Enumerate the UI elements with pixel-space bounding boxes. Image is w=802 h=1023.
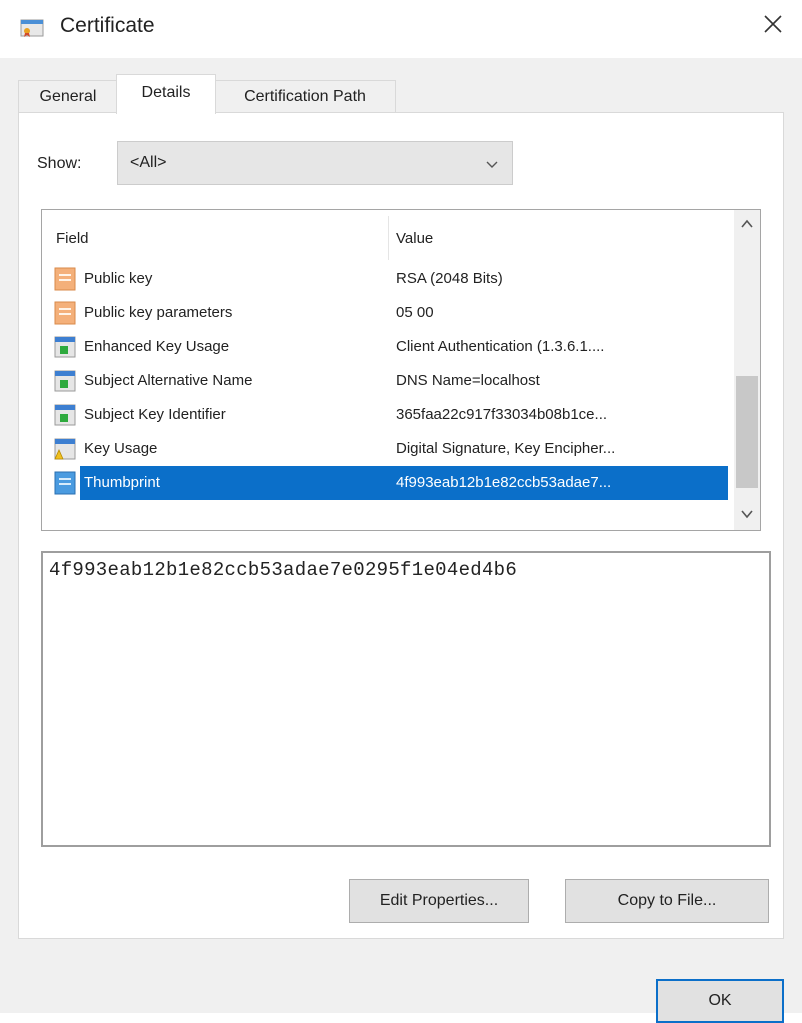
certificate-icon [20, 18, 44, 38]
thumbprint-icon [52, 470, 78, 496]
show-label: Show: [37, 155, 82, 172]
field-value: 4f993eab12b1e82ccb53adae7... [396, 474, 612, 491]
field-list-scrollbar[interactable] [734, 210, 760, 530]
close-icon [763, 14, 783, 39]
extension-icon [52, 368, 78, 394]
field-row-key-usage[interactable]: Key Usage Digital Signature, Key Enciphe… [50, 432, 728, 466]
show-dropdown-value: <All> [130, 154, 167, 171]
field-list[interactable]: Field Value Public key RSA (2048 Bits) P… [41, 209, 761, 531]
extension-icon [52, 402, 78, 428]
field-name: Subject Alternative Name [84, 372, 253, 389]
copy-to-file-button[interactable]: Copy to File... [565, 879, 769, 923]
column-separator[interactable] [388, 216, 389, 260]
field-row-subject-key-identifier[interactable]: Subject Key Identifier 365faa22c917f3303… [50, 398, 728, 432]
field-name: Subject Key Identifier [84, 406, 226, 423]
property-icon [52, 266, 78, 292]
field-value: Digital Signature, Key Encipher... [396, 440, 616, 457]
extension-icon [52, 334, 78, 360]
field-value: 365faa22c917f33034b08b1ce... [396, 406, 608, 423]
scroll-up-button[interactable] [734, 210, 760, 240]
field-row-public-key-parameters[interactable]: Public key parameters 05 00 [50, 296, 728, 330]
show-dropdown[interactable]: <All> [117, 141, 513, 185]
column-header-value[interactable]: Value [396, 230, 433, 247]
field-value: RSA (2048 Bits) [396, 270, 503, 287]
ok-button[interactable]: OK [656, 979, 784, 1023]
field-name: Key Usage [84, 440, 158, 457]
field-name: Public key parameters [84, 304, 233, 321]
field-row-enhanced-key-usage[interactable]: Enhanced Key Usage Client Authentication… [50, 330, 728, 364]
field-list-content: Field Value Public key RSA (2048 Bits) P… [50, 216, 728, 520]
field-row-thumbprint[interactable]: Thumbprint 4f993eab12b1e82ccb53adae7... [50, 466, 728, 500]
field-value: Client Authentication (1.3.6.1.... [396, 338, 605, 355]
tab-details[interactable]: Details [116, 74, 216, 114]
details-tab-page: Show: <All> Field Value Public key RSA (… [18, 112, 784, 939]
scroll-down-button[interactable] [734, 500, 760, 530]
scroll-thumb[interactable] [736, 376, 758, 488]
certificate-window: Certificate General Details Certificatio… [0, 0, 802, 1023]
close-button[interactable] [744, 0, 802, 52]
field-row-subject-alternative-name[interactable]: Subject Alternative Name DNS Name=localh… [50, 364, 728, 398]
list-header: Field Value [50, 216, 728, 260]
column-header-field[interactable]: Field [56, 230, 89, 247]
chevron-up-icon [741, 216, 753, 234]
field-value: DNS Name=localhost [396, 372, 540, 389]
window-title: Certificate [60, 14, 155, 37]
chevron-down-icon [741, 506, 753, 524]
tab-certification-path[interactable]: Certification Path [214, 80, 396, 112]
field-value-textbox[interactable]: 4f993eab12b1e82ccb53adae7e0295f1e04ed4b6 [41, 551, 771, 847]
tab-general[interactable]: General [18, 80, 118, 112]
edit-properties-button[interactable]: Edit Properties... [349, 879, 529, 923]
title-bar: Certificate [0, 0, 802, 58]
property-icon [52, 300, 78, 326]
field-name: Public key [84, 270, 153, 287]
field-name: Enhanced Key Usage [84, 338, 230, 355]
field-name: Thumbprint [84, 474, 160, 491]
dialog-body: General Details Certification Path Show:… [0, 58, 802, 1023]
field-row-public-key[interactable]: Public key RSA (2048 Bits) [50, 262, 728, 296]
critical-extension-icon [52, 436, 78, 462]
field-value: 05 00 [396, 304, 434, 321]
field-value-text: 4f993eab12b1e82ccb53adae7e0295f1e04ed4b6 [49, 559, 518, 581]
chevron-down-icon [484, 156, 500, 172]
